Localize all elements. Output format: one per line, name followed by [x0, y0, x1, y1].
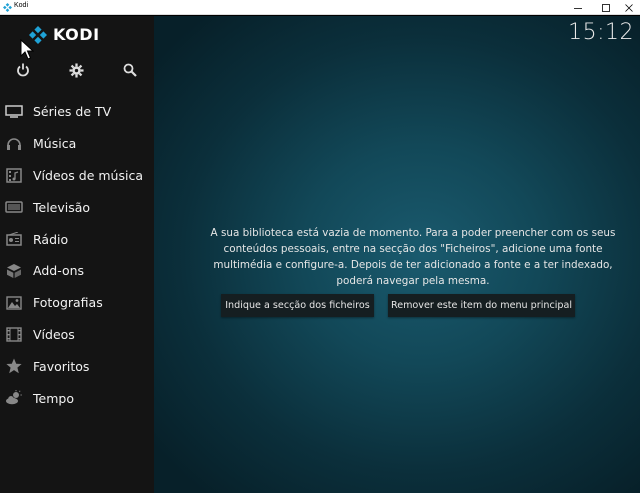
- tv-icon: [0, 103, 30, 121]
- star-icon: [0, 357, 30, 375]
- menu-item-label: Vídeos: [33, 326, 75, 342]
- menu-item-tv-shows[interactable]: Séries de TV: [0, 96, 154, 128]
- power-icon: [17, 63, 29, 77]
- menu-item-label: Fotografias: [33, 295, 103, 311]
- window-title: Kodi: [14, 2, 29, 9]
- minimize-button[interactable]: [565, 0, 591, 15]
- weather-icon: [0, 389, 30, 407]
- kodi-app: KODI Séries de TV Música Vídeos de músic…: [0, 16, 640, 493]
- settings-button[interactable]: [67, 61, 85, 79]
- menu-item-label: Séries de TV: [33, 104, 112, 120]
- sidebar: KODI Séries de TV Música Vídeos de músic…: [0, 16, 154, 493]
- menu-item-radio[interactable]: Rádio: [0, 223, 154, 255]
- menu-item-label: Televisão: [33, 199, 91, 215]
- menu-item-favourites[interactable]: Favoritos: [0, 350, 154, 382]
- close-icon: [625, 3, 633, 12]
- menu-item-label: Música: [33, 136, 77, 152]
- clock: 15:12: [568, 20, 634, 45]
- maximize-icon: [602, 3, 610, 12]
- gear-icon: [68, 62, 84, 78]
- addons-icon: [0, 262, 30, 280]
- search-button[interactable]: [121, 61, 139, 79]
- menu-item-label: Add-ons: [33, 263, 85, 279]
- close-button[interactable]: [616, 0, 640, 15]
- kodi-logo-text: KODI: [53, 25, 100, 44]
- music-video-icon: [0, 166, 30, 184]
- photo-icon: [0, 294, 30, 312]
- menu-item-label: Rádio: [33, 231, 69, 247]
- minimize-icon: [574, 7, 582, 9]
- menu-item-label: Tempo: [33, 390, 74, 406]
- menu-item-addons[interactable]: Add-ons: [0, 255, 154, 287]
- window-titlebar: Kodi: [0, 0, 640, 15]
- search-icon: [123, 63, 137, 77]
- menu-item-music[interactable]: Música: [0, 128, 154, 160]
- remove-menu-item-button[interactable]: Remover este item do menu principal: [388, 294, 575, 317]
- headphones-icon: [0, 135, 30, 153]
- main-menu: Séries de TV Música Vídeos de música Tel…: [0, 96, 154, 414]
- film-icon: [0, 325, 30, 343]
- menu-item-label: Vídeos de música: [33, 167, 143, 183]
- menu-item-label: Favoritos: [33, 358, 90, 374]
- menu-item-videos[interactable]: Vídeos: [0, 319, 154, 351]
- menu-item-pictures[interactable]: Fotografias: [0, 287, 154, 319]
- radio-icon: [0, 230, 30, 248]
- television-icon: [0, 198, 30, 216]
- menu-item-weather[interactable]: Tempo: [0, 382, 154, 414]
- power-button[interactable]: [14, 61, 32, 79]
- enter-files-section-button[interactable]: Indique a secção dos ficheiros: [221, 294, 374, 317]
- menu-item-music-videos[interactable]: Vídeos de música: [0, 160, 154, 192]
- menu-item-television[interactable]: Televisão: [0, 191, 154, 223]
- top-icon-bar: [0, 61, 154, 81]
- empty-library-message: A sua biblioteca está vazia de momento. …: [210, 227, 616, 287]
- kodi-logo[interactable]: KODI: [29, 25, 100, 44]
- kodi-app-icon: [3, 3, 12, 12]
- mouse-cursor-icon: [20, 39, 34, 60]
